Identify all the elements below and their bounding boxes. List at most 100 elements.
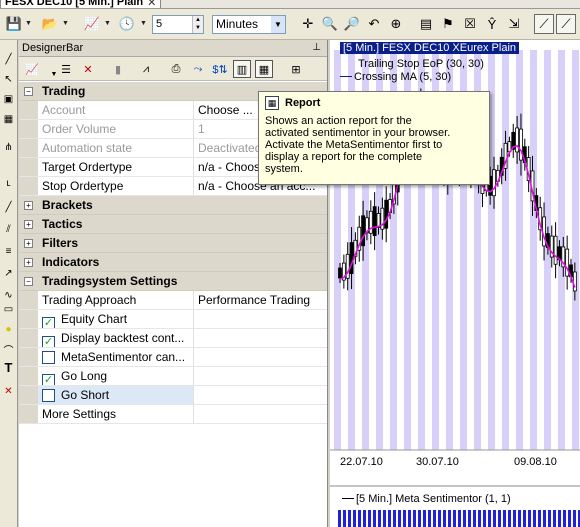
close-window-icon[interactable]: ☒ [460,14,480,34]
print-icon[interactable]: ⎙ [167,60,185,78]
sentimentor-bar [363,510,366,527]
property-value[interactable] [194,348,327,366]
checkbox[interactable] [42,389,55,402]
category-tradingsystem-settings[interactable]: − Tradingsystem Settings [19,272,327,291]
period-unit-select[interactable]: Minutes ▼ [212,15,286,34]
channel-icon[interactable]: ⫽ [1,222,16,237]
delete-icon[interactable]: ✕ [79,60,97,78]
wave-icon[interactable]: ∿ [1,288,16,303]
property-value[interactable] [194,310,327,328]
text-tool-icon[interactable]: T [1,360,16,375]
chart-type-icon[interactable]: 📈 [82,14,102,34]
clock-dropdown-icon[interactable]: ▼ [140,20,147,27]
ray-icon[interactable]: ↗ [1,266,16,281]
checkbox-row[interactable]: ✓ Display backtest cont... [19,329,327,348]
flag-icon[interactable]: ⚑ [438,14,458,34]
checkbox-property[interactable]: Go Short [38,386,194,404]
stepper-arrows-icon[interactable]: ▲ ▼ [192,16,203,33]
open-folder-icon[interactable]: 📂 [40,14,60,34]
y-axis-icon[interactable]: Ŷ [482,14,502,34]
log-scale-icon[interactable]: ʟ [1,176,16,191]
checkbox-row[interactable]: ✓ Go Long [19,367,327,386]
checkbox-property[interactable]: ✓ Display backtest cont... [38,329,194,347]
checkbox-property[interactable]: ✓ Go Long [38,367,194,385]
line-tool-icon[interactable]: ╱ [1,200,16,215]
save-icon[interactable]: 💾 [4,14,24,34]
close-tab-icon[interactable]: ✕ [147,0,156,8]
property-value[interactable] [194,386,327,404]
collapse-icon[interactable]: − [24,86,33,96]
checkbox[interactable] [42,351,55,364]
pattern-icon[interactable]: ▦ [1,112,16,127]
checkbox[interactable]: ✓ [42,374,55,385]
save-dropdown-icon[interactable]: ▼ [25,20,32,27]
checkbox[interactable]: ✓ [42,336,55,347]
checkbox-row[interactable]: Go Short [19,386,327,405]
property-row[interactable]: Trading Approach Performance Trading [19,291,327,310]
list-icon[interactable]: ☰ [57,60,75,78]
pin-icon[interactable]: ⊥ [312,40,321,56]
category-tactics[interactable]: + Tactics [19,215,327,234]
category-filters[interactable]: + Filters [19,234,327,253]
pointer-icon[interactable]: ↖ [1,72,16,87]
arc-icon[interactable]: ⌒ [1,342,16,357]
sentimentor-bar [383,510,386,527]
trendline-icon[interactable]: ╱ [1,52,16,67]
performance-icon[interactable]: ⩘ [137,60,155,78]
expand-icon[interactable]: + [24,200,33,210]
export-icon[interactable]: ⇲ [504,14,524,34]
signal-icon[interactable]: ⤳ [189,60,207,78]
rectangle-icon[interactable]: ▭ [1,302,16,317]
property-value[interactable]: Performance Trading [194,291,327,309]
sentimentor-icon[interactable]: ⊞ [287,60,305,78]
report-icon[interactable]: ▦ [255,60,273,78]
property-value[interactable] [194,367,327,385]
designer-bar-title-text: DesignerBar [22,42,84,54]
chart-settings-icon[interactable]: 📈 [23,60,41,78]
chevron-down-icon[interactable]: ▼ [271,16,285,33]
chart-legend-instrument[interactable]: [5 Min.] FESX DEC10 XEurex Plain [340,42,520,54]
optimizer-icon[interactable]: ▥ [233,60,251,78]
expand-icon[interactable]: + [24,238,33,248]
chart-type-dropdown-icon[interactable]: ▼ [104,20,111,27]
expand-icon[interactable]: + [24,257,33,267]
category-indicators[interactable]: + Indicators [19,253,327,272]
checkbox-property[interactable]: ✓ Equity Chart [38,310,194,328]
zoom-out-icon[interactable]: 🔎 [342,14,362,34]
expand-icon[interactable]: + [24,219,33,229]
chart-legend-trailing-stop[interactable]: Trailing Stop EoP (30, 30) [358,58,484,70]
checkbox-row[interactable]: ✓ Equity Chart [19,310,327,329]
delete-drawing-icon[interactable]: ✕ [1,384,16,399]
marker-icon[interactable]: ▣ [1,92,16,107]
strategy-icon[interactable]: ⟋ [534,14,554,34]
collapse-icon[interactable]: − [24,276,33,286]
checkbox-property[interactable]: MetaSentimentor can... [38,348,194,366]
document-icon[interactable]: ▮ [109,60,127,78]
fit-icon[interactable]: ⊕ [386,14,406,34]
property-value[interactable] [194,329,327,347]
open-dropdown-icon[interactable]: ▼ [62,20,69,27]
sentimentor-bar [553,510,556,527]
crosshair-icon[interactable]: ✛ [298,14,318,34]
checkbox-label: Go Short [61,388,110,402]
zoom-in-icon[interactable]: 🔍 [320,14,340,34]
ellipse-icon[interactable]: ● [1,322,16,337]
property-value[interactable] [194,405,327,423]
sub-chart-legend[interactable]: [5 Min.] Meta Sentimentor (1, 1) [342,493,511,505]
checkbox-row[interactable]: MetaSentimentor can... [19,348,327,367]
property-row[interactable]: More Settings [19,405,327,424]
fib-icon[interactable]: ≡ [1,244,16,259]
chart-legend-crossing-ma[interactable]: Crossing MA (5, 30) [340,71,451,83]
period-value-stepper[interactable]: 5 ▲ ▼ [152,15,204,34]
category-label: Filters [42,236,79,250]
currency-icon[interactable]: $⇅ [211,60,229,78]
properties-icon[interactable]: ▤ [416,14,436,34]
strategy-alt-icon[interactable]: ⟋ [556,14,576,34]
category-brackets[interactable]: + Brackets [19,196,327,215]
chart-window-tab[interactable]: FESX DEC10 [5 Min.] Plain ✕ [0,0,162,8]
pitchfork-icon[interactable]: ⋔ [1,140,16,155]
undo-icon[interactable]: ↶ [364,14,384,34]
clock-icon[interactable]: 🕓 [117,14,137,34]
checkbox[interactable]: ✓ [42,317,55,328]
session-band [572,50,579,450]
